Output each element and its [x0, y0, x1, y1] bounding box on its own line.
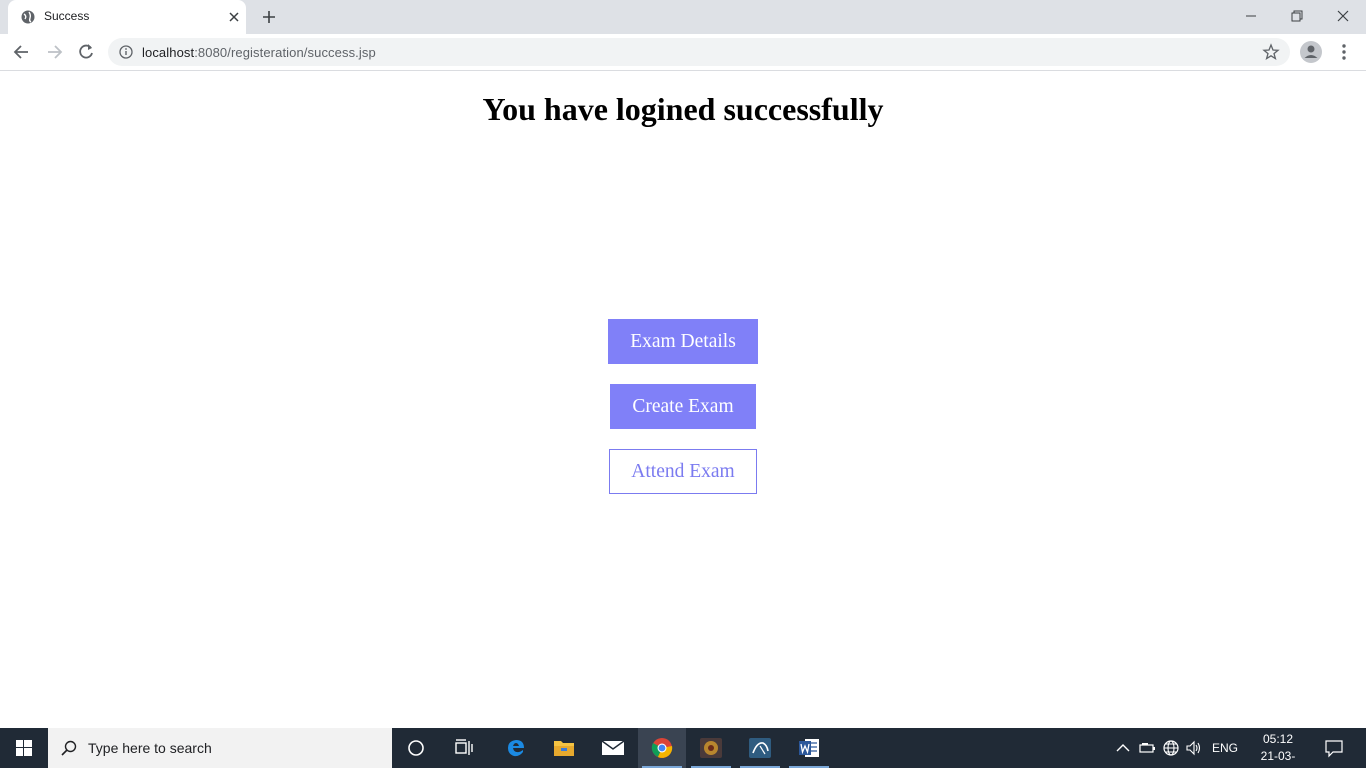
new-tab-icon[interactable] — [260, 8, 278, 26]
bookmark-star-icon[interactable] — [1262, 43, 1280, 61]
game-app-icon[interactable] — [687, 728, 735, 768]
file-explorer-icon[interactable] — [540, 728, 588, 768]
windows-taskbar: Type here to search ENG 05:12 21-03-2021 — [0, 728, 1366, 780]
profile-avatar-icon[interactable] — [1300, 41, 1322, 63]
windows-start-icon[interactable] — [0, 728, 48, 768]
clock-time: 05:12 — [1262, 732, 1294, 746]
battery-icon[interactable] — [1138, 739, 1156, 757]
search-icon — [61, 740, 77, 756]
back-icon[interactable] — [12, 42, 32, 62]
language-indicator[interactable]: ENG — [1212, 741, 1238, 755]
close-tab-icon[interactable] — [226, 9, 242, 25]
edge-browser-icon[interactable] — [492, 728, 540, 768]
word-icon[interactable] — [785, 728, 833, 768]
tab-title: Success — [44, 9, 90, 23]
url-path: :8080/registeration/success.jsp — [194, 45, 376, 60]
chevron-up-icon[interactable] — [1114, 739, 1132, 757]
address-bar[interactable]: localhost:8080/registeration/success.jsp — [108, 38, 1290, 66]
create-exam-button[interactable]: Create Exam — [610, 384, 756, 429]
forward-icon[interactable] — [44, 42, 64, 62]
task-view-icon[interactable] — [440, 728, 488, 768]
cortana-icon[interactable] — [392, 728, 440, 768]
volume-icon[interactable] — [1185, 739, 1203, 757]
mysql-workbench-icon[interactable] — [736, 728, 784, 768]
info-icon[interactable] — [119, 45, 133, 59]
url-text[interactable]: localhost:8080/registeration/success.jsp — [142, 45, 376, 60]
kebab-menu-icon[interactable] — [1335, 42, 1353, 62]
mail-icon[interactable] — [589, 728, 637, 768]
browser-tab-strip: Success — [0, 0, 1366, 34]
restore-icon[interactable] — [1285, 5, 1309, 27]
minimize-icon[interactable] — [1239, 5, 1263, 27]
browser-tab[interactable]: Success — [8, 0, 246, 34]
notifications-icon[interactable] — [1324, 738, 1344, 758]
page-heading: You have logined successfully — [482, 91, 884, 127]
exam-details-button[interactable]: Exam Details — [608, 319, 758, 364]
search-placeholder: Type here to search — [88, 740, 212, 756]
network-globe-icon[interactable] — [1162, 739, 1180, 757]
close-window-icon[interactable] — [1331, 5, 1355, 27]
browser-toolbar: localhost:8080/registeration/success.jsp — [0, 34, 1366, 71]
globe-icon — [21, 10, 35, 24]
reload-icon[interactable] — [76, 42, 96, 62]
system-clock[interactable]: 05:12 21-03-2021 — [1248, 731, 1308, 782]
taskbar-search-box[interactable]: Type here to search — [48, 728, 392, 768]
url-host: localhost — [142, 45, 195, 60]
page-content: You have logined successfully Exam Detai… — [0, 71, 1366, 728]
attend-exam-button[interactable]: Attend Exam — [609, 449, 757, 494]
clock-date: 21-03-2021 — [1260, 749, 1296, 780]
chrome-icon[interactable] — [638, 728, 686, 768]
